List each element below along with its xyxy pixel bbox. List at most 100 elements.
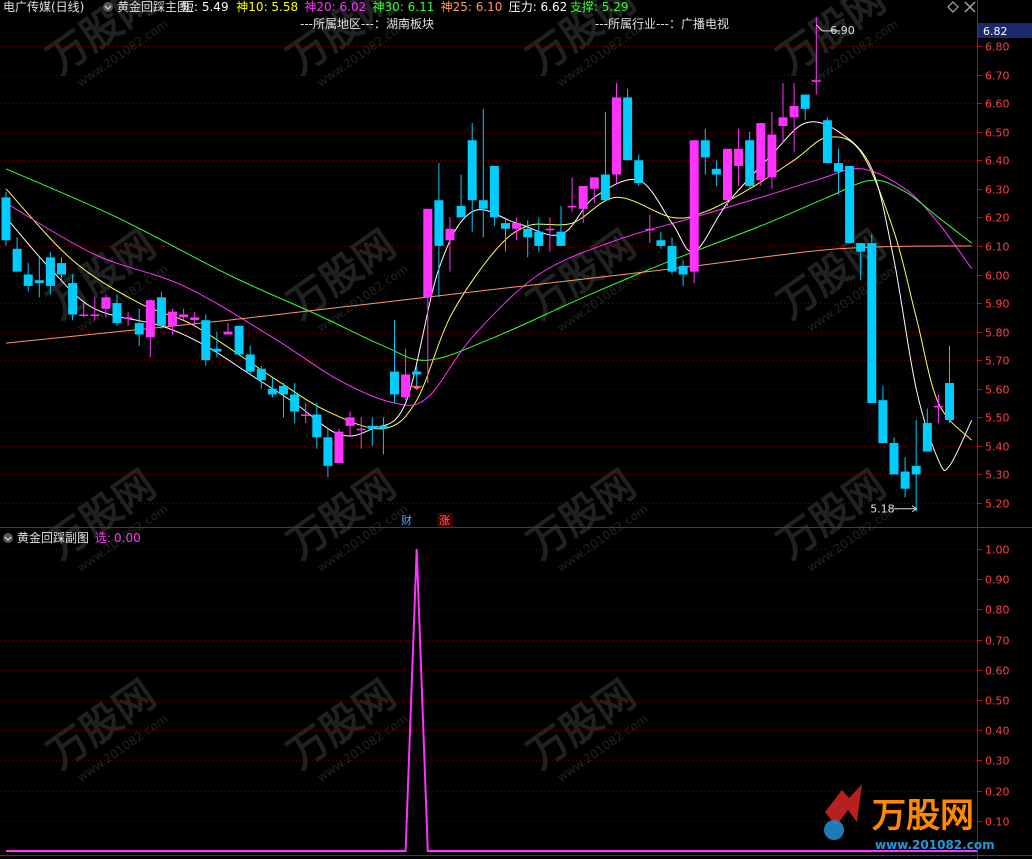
sub-indicator-name[interactable]: 黄金回踩副图 bbox=[17, 530, 89, 545]
candle bbox=[556, 205, 566, 246]
candle-body bbox=[489, 165, 499, 218]
candle bbox=[312, 403, 322, 449]
indicator-name[interactable]: 黄金回踩主图 bbox=[117, 0, 189, 14]
candle bbox=[789, 83, 799, 152]
stock-name[interactable]: 电广传媒(日线) bbox=[3, 0, 84, 14]
candle-body bbox=[711, 168, 721, 175]
watermark-2: 万股网www.201082.com bbox=[519, 0, 650, 90]
sub-dropdown-icon[interactable] bbox=[3, 533, 13, 543]
candle-body bbox=[556, 231, 566, 246]
watermark-0: 万股网www.201082.com bbox=[39, 0, 170, 90]
indicator-value-5: 压力: 6.62 bbox=[509, 0, 568, 14]
candle bbox=[467, 123, 477, 232]
candle-body bbox=[756, 123, 766, 181]
candle-body bbox=[512, 223, 522, 229]
candle-body bbox=[811, 80, 821, 82]
candle-body bbox=[445, 228, 455, 241]
candle bbox=[911, 420, 921, 512]
sub-y-axis: 1.00 0.90 0.80 0.70 0.60 0.50 0.40 0.30 0.20 0.10 bbox=[977, 544, 1010, 829]
cai-marker[interactable]: 财 bbox=[401, 513, 412, 527]
logo-globe-icon bbox=[824, 820, 844, 840]
candle bbox=[800, 94, 810, 121]
candle-body bbox=[123, 317, 133, 319]
watermark-5: 万股网www.201082.com bbox=[279, 222, 410, 335]
chart-canvas: 万股网www.201082.com 万股网www.201082.com 万股网www… bbox=[0, 0, 1032, 859]
zhang-marker[interactable]: 涨 bbox=[439, 514, 450, 527]
candle-body bbox=[12, 248, 22, 272]
y-tick-label: 5.50 bbox=[985, 412, 1010, 425]
candle bbox=[212, 331, 222, 358]
candle-body bbox=[600, 174, 610, 201]
candle bbox=[723, 148, 732, 206]
candle bbox=[889, 437, 899, 475]
candle-body bbox=[412, 371, 422, 375]
candle-body bbox=[667, 245, 677, 272]
y-tick-label: 6.30 bbox=[985, 184, 1010, 197]
candle-body bbox=[201, 320, 211, 361]
candle-body bbox=[223, 331, 233, 335]
candle-body bbox=[79, 314, 89, 316]
candle bbox=[1, 191, 11, 246]
candle bbox=[867, 234, 877, 404]
candle bbox=[478, 108, 488, 238]
indicator-dropdown-icon[interactable] bbox=[103, 2, 113, 12]
candle bbox=[612, 83, 621, 184]
candle bbox=[645, 214, 655, 244]
sub-item-value: 0.00 bbox=[114, 531, 141, 545]
watermark-14: 万股网www.201082.com bbox=[519, 672, 650, 785]
candle bbox=[156, 291, 166, 329]
watermark-10: 万股网www.201082.com bbox=[519, 462, 650, 575]
sub-tick-label: 0.70 bbox=[985, 635, 1010, 648]
candle bbox=[900, 457, 910, 498]
close-icon[interactable] bbox=[964, 1, 976, 13]
watermark-11: 万股网www.201082.com bbox=[769, 462, 900, 575]
indicator-value-4: 神25: 6.10 bbox=[441, 0, 503, 14]
candle-body bbox=[267, 388, 277, 395]
candle-body bbox=[745, 140, 755, 186]
candle bbox=[922, 408, 932, 452]
candle bbox=[423, 208, 433, 384]
candle bbox=[567, 177, 577, 212]
candle-body bbox=[723, 148, 732, 201]
y-tick-label: 5.80 bbox=[985, 327, 1010, 340]
candle-body bbox=[112, 303, 122, 324]
y-tick-label: 5.30 bbox=[985, 469, 1010, 482]
diamond-icon[interactable] bbox=[947, 1, 959, 13]
current-price-label: 6.82 bbox=[983, 25, 1008, 38]
sub-tick-label: 1.00 bbox=[985, 544, 1010, 557]
candle bbox=[456, 174, 466, 218]
candle-body bbox=[356, 428, 366, 431]
sub-tick-label: 0.50 bbox=[985, 695, 1010, 708]
candle-body bbox=[689, 140, 699, 272]
candle bbox=[201, 314, 211, 366]
watermark-13: 万股网www.201082.com bbox=[279, 672, 410, 785]
candle bbox=[589, 177, 599, 204]
candle bbox=[711, 160, 721, 186]
y-tick-label: 5.60 bbox=[985, 384, 1010, 397]
candle-body bbox=[290, 394, 300, 412]
candle bbox=[23, 263, 33, 292]
candle-body bbox=[578, 185, 588, 209]
candle-body bbox=[900, 471, 910, 489]
candle-body bbox=[945, 383, 954, 421]
candle-body bbox=[933, 405, 943, 408]
candle-body bbox=[922, 423, 932, 452]
candle bbox=[223, 323, 233, 335]
y-tick-label: 5.90 bbox=[985, 298, 1010, 311]
candle-body bbox=[589, 177, 599, 189]
candle-body bbox=[878, 400, 888, 444]
industry-text: ---所属行业---：广播电视 bbox=[595, 16, 729, 31]
y-tick-label: 5.40 bbox=[985, 441, 1010, 454]
candle-body bbox=[778, 117, 788, 126]
candle-body bbox=[434, 200, 444, 246]
candle bbox=[512, 217, 522, 241]
sub-item-label: 选: bbox=[95, 531, 111, 545]
candle-body bbox=[334, 431, 344, 464]
logo-url-text: www.201082.com bbox=[875, 838, 995, 852]
y-tick-label: 6.70 bbox=[985, 70, 1010, 83]
candle-body bbox=[523, 228, 533, 238]
indicator-value-1: 神10: 5.58 bbox=[236, 0, 298, 14]
candle-body bbox=[179, 314, 189, 318]
candle bbox=[356, 417, 366, 449]
candle-body bbox=[45, 257, 55, 286]
